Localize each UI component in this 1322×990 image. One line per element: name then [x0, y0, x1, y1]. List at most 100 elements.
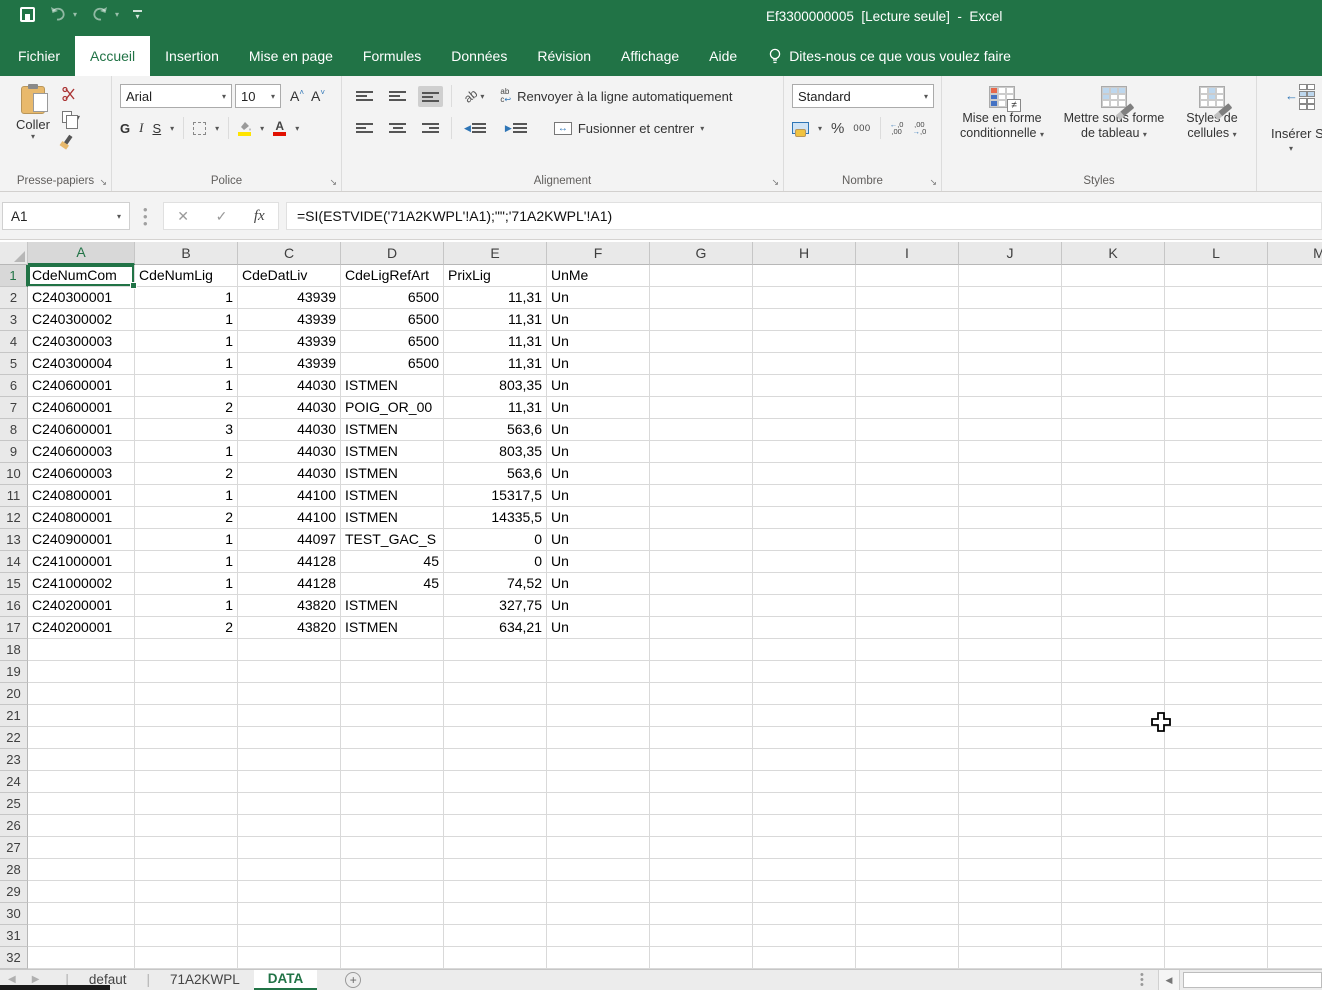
- increase-decimal-button[interactable]: ←,0,00: [890, 121, 904, 136]
- cell-F3[interactable]: Un: [547, 309, 650, 331]
- cell-C17[interactable]: 43820: [238, 617, 341, 639]
- row-header-3[interactable]: 3: [0, 309, 28, 331]
- cell-M32[interactable]: [1268, 947, 1322, 969]
- cell-E24[interactable]: [444, 771, 547, 793]
- cell-M27[interactable]: [1268, 837, 1322, 859]
- tab-accueil[interactable]: Accueil: [75, 36, 150, 76]
- cell-J24[interactable]: [959, 771, 1062, 793]
- cell-H11[interactable]: [753, 485, 856, 507]
- cell-B10[interactable]: 2: [135, 463, 238, 485]
- column-header-B[interactable]: B: [135, 242, 238, 265]
- cell-I7[interactable]: [856, 397, 959, 419]
- cell-G19[interactable]: [650, 661, 753, 683]
- cell-B23[interactable]: [135, 749, 238, 771]
- cell-M15[interactable]: [1268, 573, 1322, 595]
- borders-icon[interactable]: [193, 122, 206, 135]
- cell-E30[interactable]: [444, 903, 547, 925]
- cell-L29[interactable]: [1165, 881, 1268, 903]
- cell-B15[interactable]: 1: [135, 573, 238, 595]
- align-bottom-button[interactable]: [418, 86, 443, 107]
- cell-J12[interactable]: [959, 507, 1062, 529]
- cell-A16[interactable]: C240200001: [28, 595, 135, 617]
- cell-E25[interactable]: [444, 793, 547, 815]
- cell-H15[interactable]: [753, 573, 856, 595]
- sheet-tab-data[interactable]: DATA: [254, 970, 318, 990]
- tab-mise-en-page[interactable]: Mise en page: [234, 36, 348, 76]
- cell-F8[interactable]: Un: [547, 419, 650, 441]
- cell-J23[interactable]: [959, 749, 1062, 771]
- cell-F19[interactable]: [547, 661, 650, 683]
- cell-C5[interactable]: 43939: [238, 353, 341, 375]
- cell-L9[interactable]: [1165, 441, 1268, 463]
- cell-J6[interactable]: [959, 375, 1062, 397]
- cell-D26[interactable]: [341, 815, 444, 837]
- column-header-I[interactable]: I: [856, 242, 959, 265]
- cell-F10[interactable]: Un: [547, 463, 650, 485]
- cell-C31[interactable]: [238, 925, 341, 947]
- cell-G32[interactable]: [650, 947, 753, 969]
- cell-E15[interactable]: 74,52: [444, 573, 547, 595]
- row-header-25[interactable]: 25: [0, 793, 28, 815]
- column-header-G[interactable]: G: [650, 242, 753, 265]
- cell-G9[interactable]: [650, 441, 753, 463]
- cell-C22[interactable]: [238, 727, 341, 749]
- cell-M10[interactable]: [1268, 463, 1322, 485]
- cell-B1[interactable]: CdeNumLig: [135, 265, 238, 287]
- cell-J15[interactable]: [959, 573, 1062, 595]
- cell-G21[interactable]: [650, 705, 753, 727]
- cell-L4[interactable]: [1165, 331, 1268, 353]
- cell-J19[interactable]: [959, 661, 1062, 683]
- cell-M8[interactable]: [1268, 419, 1322, 441]
- cell-B18[interactable]: [135, 639, 238, 661]
- cell-J13[interactable]: [959, 529, 1062, 551]
- comma-style-button[interactable]: 000: [853, 123, 870, 134]
- cell-G15[interactable]: [650, 573, 753, 595]
- cell-K25[interactable]: [1062, 793, 1165, 815]
- cell-H17[interactable]: [753, 617, 856, 639]
- cell-E31[interactable]: [444, 925, 547, 947]
- cell-D20[interactable]: [341, 683, 444, 705]
- cell-L25[interactable]: [1165, 793, 1268, 815]
- cell-D23[interactable]: [341, 749, 444, 771]
- cell-A10[interactable]: C240600003: [28, 463, 135, 485]
- cell-D6[interactable]: ISTMEN: [341, 375, 444, 397]
- cell-M22[interactable]: [1268, 727, 1322, 749]
- cell-G4[interactable]: [650, 331, 753, 353]
- cell-H29[interactable]: [753, 881, 856, 903]
- cell-M4[interactable]: [1268, 331, 1322, 353]
- cell-M16[interactable]: [1268, 595, 1322, 617]
- cell-H28[interactable]: [753, 859, 856, 881]
- cell-J9[interactable]: [959, 441, 1062, 463]
- column-header-M[interactable]: M: [1268, 242, 1322, 265]
- cell-I26[interactable]: [856, 815, 959, 837]
- cell-C25[interactable]: [238, 793, 341, 815]
- cell-D24[interactable]: [341, 771, 444, 793]
- cell-K14[interactable]: [1062, 551, 1165, 573]
- cell-H4[interactable]: [753, 331, 856, 353]
- align-center-button[interactable]: [385, 118, 410, 139]
- cell-I13[interactable]: [856, 529, 959, 551]
- cell-D32[interactable]: [341, 947, 444, 969]
- cell-K10[interactable]: [1062, 463, 1165, 485]
- cell-L1[interactable]: [1165, 265, 1268, 287]
- scroll-left-icon[interactable]: ◀: [1158, 970, 1180, 990]
- cell-F4[interactable]: Un: [547, 331, 650, 353]
- cell-J18[interactable]: [959, 639, 1062, 661]
- insert-function-icon[interactable]: fx: [254, 208, 265, 225]
- cell-M19[interactable]: [1268, 661, 1322, 683]
- cell-C2[interactable]: 43939: [238, 287, 341, 309]
- cell-L11[interactable]: [1165, 485, 1268, 507]
- cell-C26[interactable]: [238, 815, 341, 837]
- cell-A1[interactable]: CdeNumCom: [28, 265, 135, 287]
- cell-M26[interactable]: [1268, 815, 1322, 837]
- align-right-button[interactable]: [418, 118, 443, 139]
- cell-M14[interactable]: [1268, 551, 1322, 573]
- cell-J1[interactable]: [959, 265, 1062, 287]
- cell-M29[interactable]: [1268, 881, 1322, 903]
- cell-L13[interactable]: [1165, 529, 1268, 551]
- cell-C20[interactable]: [238, 683, 341, 705]
- cell-F2[interactable]: Un: [547, 287, 650, 309]
- cell-A21[interactable]: [28, 705, 135, 727]
- cell-E23[interactable]: [444, 749, 547, 771]
- cell-B28[interactable]: [135, 859, 238, 881]
